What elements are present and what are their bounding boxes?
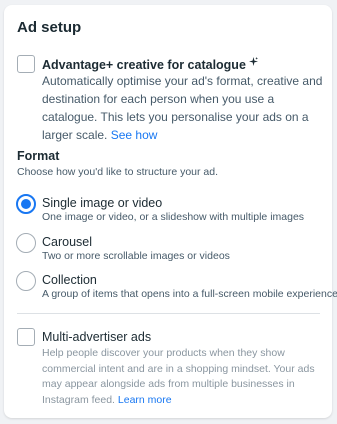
single-image-radio[interactable] <box>16 194 36 214</box>
sparkle-icon <box>248 57 258 66</box>
advantage-creative-label: Advantage+ creative for catalogue <box>42 58 246 72</box>
collection-radio[interactable] <box>16 271 36 291</box>
collection-description: A group of items that opens into a full-… <box>42 288 337 300</box>
multi-advertiser-checkbox[interactable] <box>17 328 35 346</box>
learn-more-link[interactable]: Learn more <box>118 394 172 406</box>
ad-setup-card: Ad setup Advantage+ creative for catalog… <box>4 5 337 418</box>
see-how-link[interactable]: See how <box>111 128 158 142</box>
carousel-label: Carousel <box>42 235 93 249</box>
format-heading: Format <box>17 149 60 163</box>
advantage-creative-checkbox[interactable] <box>17 55 35 73</box>
multi-advertiser-description: Help people discover your products when … <box>42 347 315 406</box>
section-divider <box>17 313 320 314</box>
carousel-radio[interactable] <box>16 233 36 253</box>
carousel-description: Two or more scrollable images or videos <box>42 250 230 262</box>
multi-advertiser-label: Multi-advertiser ads <box>42 330 152 344</box>
format-subheading: Choose how you'd like to structure your … <box>17 166 219 178</box>
single-image-label: Single image or video <box>42 196 163 210</box>
card-title: Ad setup <box>17 19 82 36</box>
advantage-creative-label-row: Advantage+ creative for catalogue <box>42 57 258 72</box>
single-image-description: One image or video, or a slideshow with … <box>42 211 305 223</box>
advantage-creative-description: Automatically optimise your ad's format,… <box>42 74 323 142</box>
collection-label: Collection <box>42 273 97 287</box>
